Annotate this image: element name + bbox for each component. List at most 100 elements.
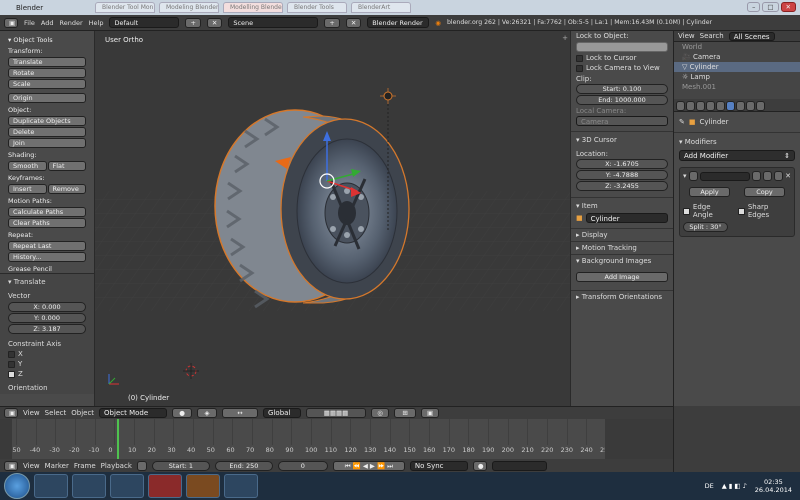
tab-2[interactable]: Modeling Blender Tags (159, 2, 219, 13)
maximize-icon[interactable]: □ (762, 2, 779, 12)
viewport-shading-icon[interactable]: ● (172, 408, 193, 418)
screen-layout-select[interactable]: Default (109, 17, 180, 28)
sharp-edges-checkbox[interactable]: Sharp Edges (737, 203, 791, 219)
menu-object[interactable]: Object (71, 409, 94, 417)
3d-viewport[interactable]: User Ortho (0) Cylinder + (95, 31, 570, 406)
menu-view[interactable]: View (23, 462, 40, 470)
internet-explorer-taskbar-icon[interactable] (110, 474, 144, 498)
add-image-button[interactable]: Add Image (576, 272, 668, 282)
viewport-corner-icon[interactable]: + (562, 34, 568, 42)
sync-mode-select[interactable]: No Sync (409, 460, 468, 471)
constraint-z-checkbox[interactable]: Z (8, 370, 86, 378)
outliner-item-lamp[interactable]: ☼ Lamp (674, 72, 800, 82)
copy-button[interactable]: Copy (744, 187, 785, 197)
tab-1[interactable]: Blender Tool Mon (95, 2, 155, 13)
current-frame-field[interactable]: 0 (277, 460, 328, 471)
menu-render[interactable]: Render (59, 19, 82, 27)
media-player-taskbar-icon[interactable] (72, 474, 106, 498)
clock[interactable]: 02:35 26.04.2014 (755, 478, 792, 494)
tab-4[interactable]: Blender Tools (287, 2, 347, 13)
menu-help[interactable]: Help (89, 19, 104, 27)
data-tab-icon[interactable] (736, 101, 745, 111)
keying-set-field[interactable] (491, 460, 547, 471)
local-camera-field[interactable]: Camera (576, 116, 668, 126)
tab-3[interactable]: Modelling Blender Flag (223, 2, 283, 13)
opera-taskbar-icon[interactable] (148, 474, 182, 498)
menu-frame[interactable]: Frame (74, 462, 96, 470)
record-icon[interactable]: ● (472, 460, 487, 471)
language-indicator[interactable]: DE (705, 482, 714, 490)
mode-select[interactable]: Object Mode (99, 408, 168, 418)
pivot-point-icon[interactable]: ◈ (197, 408, 218, 418)
split-angle-field[interactable]: Split : 30° (683, 222, 728, 232)
insert-keyframe-button[interactable]: Insert (8, 184, 47, 194)
editor-type-icon[interactable]: ▣ (4, 460, 18, 471)
blender-taskbar-icon[interactable] (186, 474, 220, 498)
collapse-icon[interactable]: ▾ (683, 172, 687, 180)
modifier-name-field[interactable] (699, 171, 751, 181)
panel-translate[interactable]: ▾ Translate (8, 278, 86, 286)
lock-camera-checkbox[interactable]: Lock Camera to View (576, 64, 668, 72)
repeat-last-button[interactable]: Repeat Last (8, 241, 86, 251)
panel-motion-tracking[interactable]: ▸ Motion Tracking (571, 241, 673, 254)
add-modifier-menu[interactable]: Add Modifier ⇕ (679, 150, 795, 161)
lock-to-cursor-checkbox[interactable]: Lock to Cursor (576, 54, 668, 62)
material-tab-icon[interactable] (746, 101, 755, 111)
scene-tab-icon[interactable] (686, 101, 695, 111)
cursor-z-field[interactable]: Z: -3.2455 (576, 181, 668, 191)
tab-5[interactable]: BlenderArt (351, 2, 411, 13)
tray-icons[interactable]: ▲ ▮ ◧ ♪ (722, 482, 747, 490)
clip-start-field[interactable]: Start: 0.100 (576, 84, 668, 94)
outliner-view-menu[interactable]: View (678, 32, 695, 40)
menu-select[interactable]: Select (45, 409, 67, 417)
outliner-item-mesh[interactable]: Mesh.001 (674, 82, 800, 92)
vector-x-field[interactable]: X: 0.000 (8, 302, 86, 312)
panel-display[interactable]: ▸ Display (571, 228, 673, 241)
join-button[interactable]: Join (8, 138, 86, 148)
constraint-y-checkbox[interactable]: Y (8, 360, 86, 368)
clip-end-field[interactable]: End: 1000.000 (576, 95, 668, 105)
translate-button[interactable]: Translate (8, 57, 86, 67)
remove-scene-button[interactable]: ✕ (345, 17, 362, 28)
manipulator-icons[interactable]: ↔ (222, 408, 259, 418)
panel-3d-cursor[interactable]: ▾ 3D Cursor (576, 136, 668, 144)
preview-range-icon[interactable] (136, 460, 147, 471)
history-button[interactable]: History... (8, 252, 86, 262)
apply-button[interactable]: Apply (689, 187, 730, 197)
menu-playback[interactable]: Playback (101, 462, 132, 470)
calculate-paths-button[interactable]: Calculate Paths (8, 207, 86, 217)
add-layout-button[interactable]: + (185, 17, 201, 28)
outliner-search-menu[interactable]: Search (700, 32, 724, 40)
panel-modifiers[interactable]: ▾ Modifiers (679, 138, 795, 146)
constraint-x-checkbox[interactable]: X (8, 350, 86, 358)
close-icon[interactable]: ✕ (780, 2, 796, 12)
edge-angle-checkbox[interactable]: Edge Angle (683, 203, 732, 219)
scene-select[interactable]: Scene (228, 17, 319, 28)
duplicate-objects-button[interactable]: Duplicate Objects (8, 116, 86, 126)
render-tab-icon[interactable] (676, 101, 685, 111)
modifiers-tab-icon[interactable] (726, 101, 735, 111)
playback-controls[interactable]: ⏮ ⏪ ◀ ▶ ⏩ ⏭ (332, 460, 405, 471)
smooth-button[interactable]: Smooth (8, 161, 47, 171)
editmode-toggle-icon[interactable] (774, 171, 784, 181)
render-engine-select[interactable]: Blender Render (367, 17, 430, 28)
explorer-taskbar-icon[interactable] (34, 474, 68, 498)
pin-icon[interactable]: ✎ (679, 118, 685, 126)
object-tab-icon[interactable] (706, 101, 715, 111)
viewport-canvas[interactable] (95, 31, 570, 406)
render-toggle-icon[interactable] (752, 171, 762, 181)
rotate-button[interactable]: Rotate (8, 68, 86, 78)
scale-button[interactable]: Scale (8, 79, 86, 89)
end-frame-field[interactable]: End: 250 (214, 460, 273, 471)
cursor-x-field[interactable]: X: -1.6705 (576, 159, 668, 169)
remove-layout-button[interactable]: ✕ (206, 17, 223, 28)
wheel-object[interactable] (214, 109, 410, 309)
constraints-tab-icon[interactable] (716, 101, 725, 111)
panel-background-images[interactable]: ▾ Background Images (571, 254, 673, 267)
lock-object-field[interactable] (576, 42, 668, 52)
layers-grid[interactable]: ▦▦▦▦ (306, 408, 367, 418)
item-name-field[interactable]: Cylinder (585, 213, 668, 223)
snap-icon[interactable]: ⊞ (394, 408, 417, 418)
panel-item[interactable]: ▾ Item (576, 202, 668, 210)
start-frame-field[interactable]: Start: 1 (151, 460, 210, 471)
